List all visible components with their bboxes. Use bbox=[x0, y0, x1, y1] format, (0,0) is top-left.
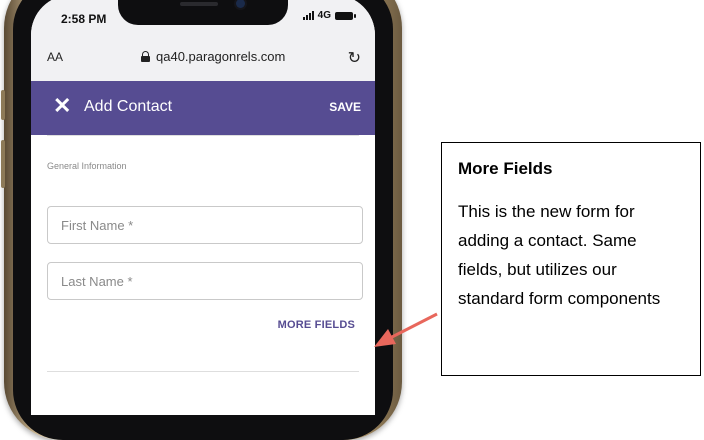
app-header: ✕ Add Contact SAVE bbox=[31, 81, 375, 135]
phone-screen: 2:58 PM 4G AA qa40.paragonrels.com ↻ ✕ A… bbox=[31, 0, 375, 415]
text-size-button[interactable]: AA bbox=[47, 50, 63, 64]
status-time: 2:58 PM bbox=[61, 12, 107, 26]
battery-icon bbox=[335, 11, 356, 20]
network-type: 4G bbox=[317, 10, 331, 21]
callout-box: More Fields This is the new form for add… bbox=[441, 142, 701, 376]
phone-side-button bbox=[1, 90, 5, 120]
form-content: General Information MORE FIELDS bbox=[31, 135, 375, 415]
front-camera-icon bbox=[236, 0, 245, 8]
address-bar[interactable]: AA qa40.paragonrels.com ↻ bbox=[31, 39, 375, 75]
reload-icon[interactable]: ↻ bbox=[348, 48, 361, 68]
divider bbox=[47, 135, 359, 136]
callout-title: More Fields bbox=[458, 159, 553, 178]
url-text: qa40.paragonrels.com bbox=[156, 49, 286, 64]
url-display[interactable]: qa40.paragonrels.com bbox=[141, 49, 285, 64]
speaker-grille bbox=[180, 2, 218, 6]
page-title: Add Contact bbox=[84, 98, 173, 115]
lock-icon bbox=[141, 51, 150, 62]
status-indicators: 4G bbox=[302, 10, 356, 21]
first-name-field[interactable] bbox=[47, 206, 363, 244]
more-fields-button[interactable]: MORE FIELDS bbox=[272, 318, 361, 332]
phone-frame: 2:58 PM 4G AA qa40.paragonrels.com ↻ ✕ A… bbox=[1, 0, 402, 440]
last-name-field[interactable] bbox=[47, 262, 363, 300]
phone-notch bbox=[118, 0, 288, 25]
divider bbox=[47, 371, 359, 372]
phone-side-button bbox=[1, 140, 5, 188]
callout-body: This is the new form for adding a contac… bbox=[458, 202, 661, 308]
save-button[interactable]: SAVE bbox=[329, 100, 361, 114]
section-label: General Information bbox=[47, 161, 127, 171]
close-icon[interactable]: ✕ bbox=[53, 93, 71, 119]
signal-icon bbox=[302, 11, 314, 20]
